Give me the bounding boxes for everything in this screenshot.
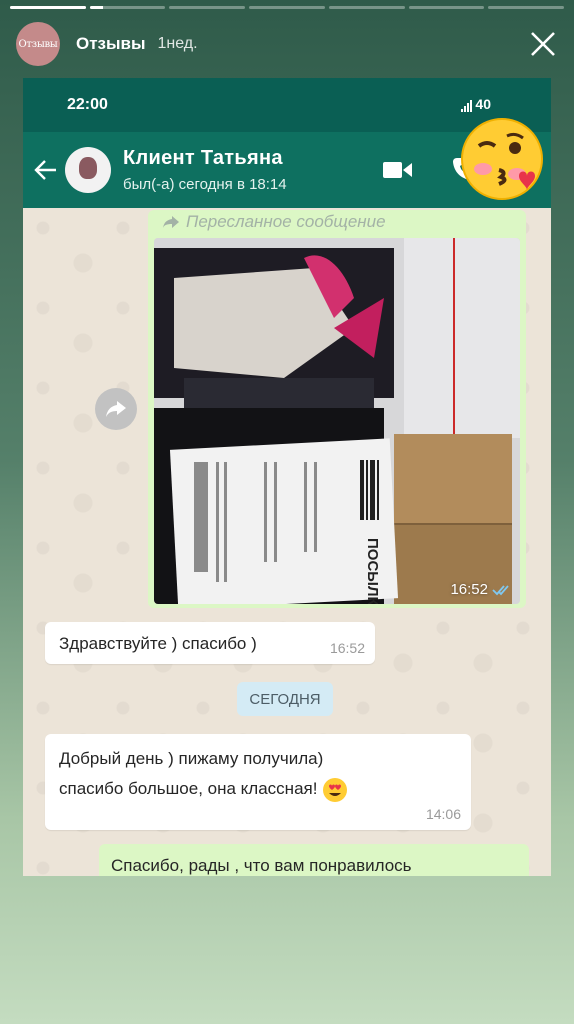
forward-arrow-icon <box>106 401 126 417</box>
chat-app-bar: Клиент Татьяна был(-а) сегодня в 18:14 <box>23 118 551 208</box>
story-progress <box>10 6 565 9</box>
forwarded-photo-message[interactable]: Пересланное сообщение ПОСЫЛКА 16:52 <box>148 210 526 608</box>
avatar-label: Отзывы <box>18 38 58 50</box>
message-text-line: спасибо большое, она классная! <box>59 779 318 798</box>
progress-segment <box>249 6 325 9</box>
photo-timestamp: 16:52 <box>450 581 510 598</box>
photo-time-text: 16:52 <box>450 581 488 598</box>
forwarded-label: Пересланное сообщение <box>162 212 386 232</box>
chat-screenshot: 22:00 40 Клиент Татьяна был(-а) сегодня … <box>23 78 551 876</box>
signal-text: 40 <box>475 96 491 112</box>
contact-info: Клиент Татьяна был(-а) сегодня в 18:14 <box>123 147 287 193</box>
avatar[interactable]: Отзывы <box>16 22 60 66</box>
story-time: 1нед. <box>157 35 198 52</box>
incoming-message[interactable]: Здравствуйте ) спасибо ) 16:52 <box>45 622 375 664</box>
story-header: Отзывы Отзывы 1нед. <box>16 22 558 66</box>
close-icon[interactable] <box>528 29 558 59</box>
incoming-message[interactable]: Добрый день ) пижаму получила) спасибо б… <box>45 734 471 830</box>
message-text: Добрый день ) пижаму получила) спасибо б… <box>59 744 459 804</box>
status-time: 22:00 <box>67 96 108 113</box>
contact-avatar <box>65 147 111 193</box>
forwarded-label-text: Пересланное сообщение <box>186 212 386 231</box>
message-text: Спасибо, рады , что вам понравилось <box>111 856 412 875</box>
progress-segment <box>408 6 485 9</box>
parcel-label: ПОСЫЛКА <box>364 538 381 604</box>
story-title[interactable]: Отзывы <box>76 34 146 54</box>
heart-eyes-emoji-icon <box>323 777 348 802</box>
forwarded-icon <box>163 216 179 228</box>
contact-name: Клиент Татьяна <box>123 147 283 169</box>
parcel-photo[interactable]: ПОСЫЛКА 16:52 <box>154 238 520 604</box>
progress-segment <box>488 6 565 9</box>
forward-share-button[interactable] <box>95 388 137 430</box>
kiss-emoji-icon <box>461 118 543 200</box>
message-time: 16:52 <box>329 640 365 656</box>
progress-segment <box>89 6 166 9</box>
contact-last-seen: был(-а) сегодня в 18:14 <box>123 176 287 193</box>
signal-indicator: 40 <box>461 96 491 112</box>
signal-icon <box>461 100 473 112</box>
message-time: 14:06 <box>425 806 461 822</box>
message-text: Здравствуйте ) спасибо ) <box>59 634 257 653</box>
date-separator: СЕГОДНЯ <box>237 682 333 716</box>
parcel-photo-image: ПОСЫЛКА <box>154 238 520 604</box>
progress-segment <box>328 6 405 9</box>
progress-segment <box>10 6 86 9</box>
chat-area: Пересланное сообщение ПОСЫЛКА 16:52 Здра… <box>23 208 551 876</box>
video-call-icon <box>383 162 412 178</box>
progress-segment <box>169 6 246 9</box>
back-arrow-icon <box>34 160 56 180</box>
double-check-icon <box>492 584 509 595</box>
outgoing-message[interactable]: Спасибо, рады , что вам понравилось <box>99 844 529 876</box>
message-text-line: Добрый день ) пижаму получила) <box>59 749 324 768</box>
